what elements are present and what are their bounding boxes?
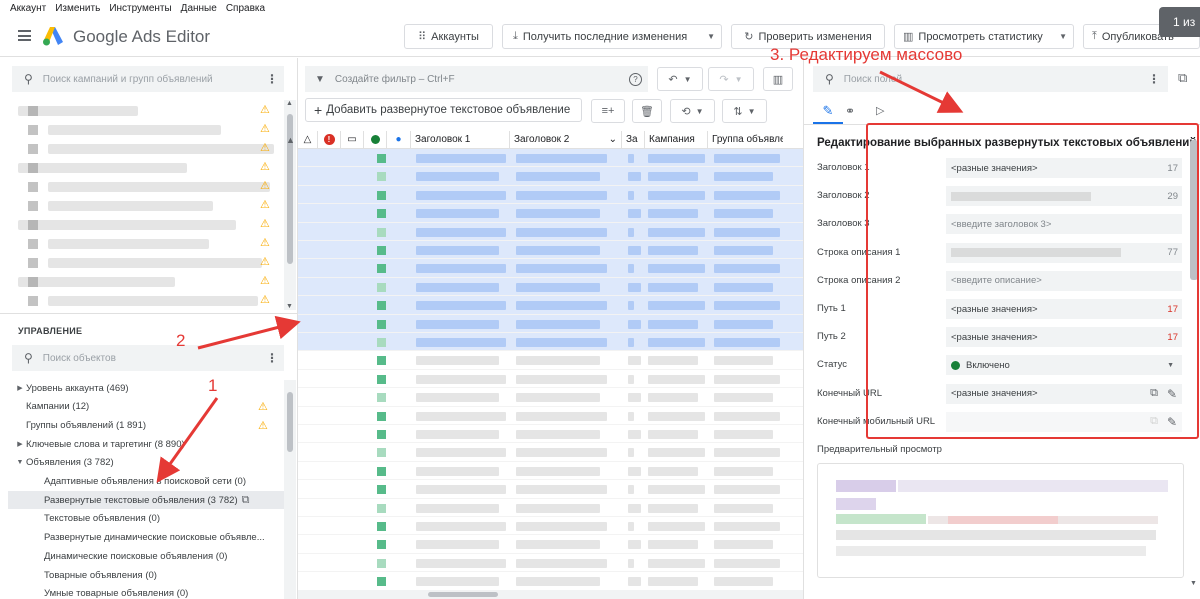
annotation-arrows: [156, 70, 964, 483]
annotation-3: 3. Редактируем массово: [770, 45, 963, 64]
annotation-1: 1: [208, 376, 218, 395]
arrow-1: [156, 397, 219, 483]
arrow-3: [879, 70, 964, 113]
annotation-2: 2: [176, 331, 186, 350]
arrow-2: [197, 315, 301, 350]
